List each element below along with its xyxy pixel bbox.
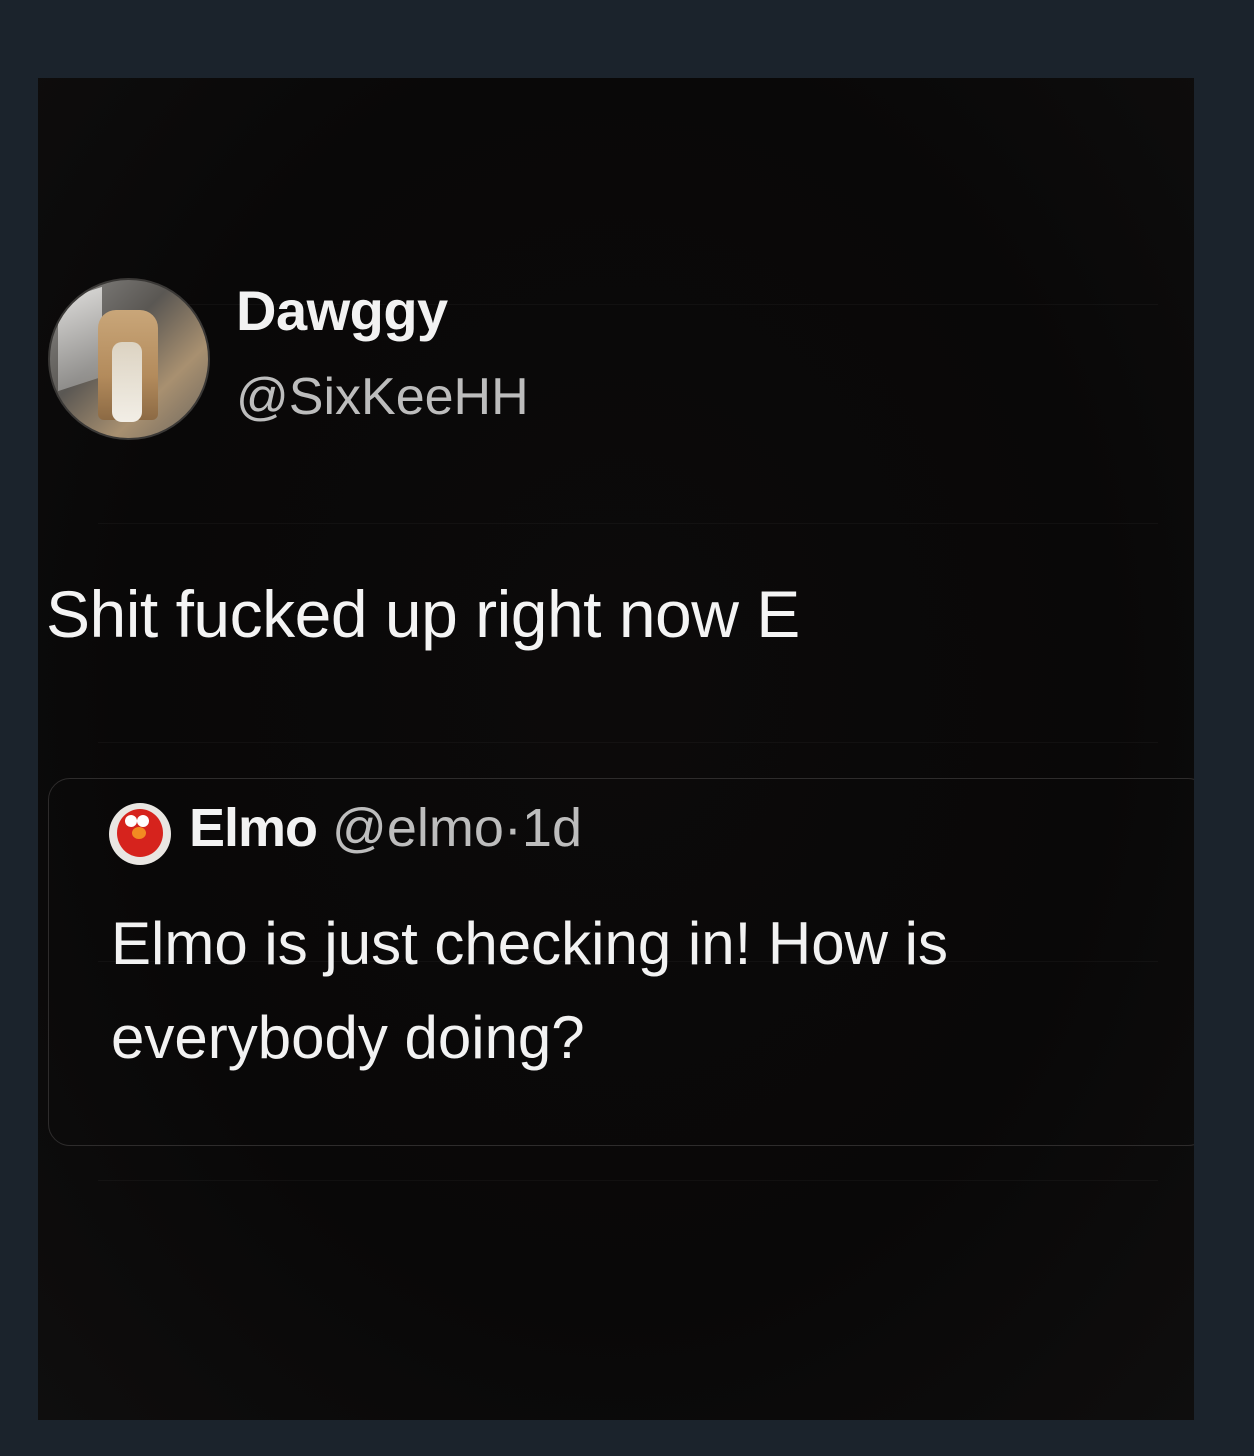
ghost-line [98,524,1158,579]
quoted-author-handle[interactable]: @elmo [332,798,504,858]
ghost-line [98,688,1158,744]
screenshot-frame: Dawggy @SixKeeHH Shit fucked up right no… [38,78,1194,1420]
ghost-line [98,469,1158,525]
ghost-line [98,141,1158,196]
quoted-tweet-card[interactable]: Elmo @elmo·1d Elmo is just checking in! … [48,778,1194,1146]
ghost-line [98,195,1158,250]
ghost-line [98,86,1158,141]
author-display-name[interactable]: Dawggy [236,278,448,343]
avatar-figure-shape [112,342,142,422]
avatar-window-shape [58,286,102,392]
header-separator: · [503,798,522,858]
elmo-eye-right [137,815,149,827]
quoted-author-name[interactable]: Elmo [189,798,318,858]
quoted-author-avatar[interactable] [109,803,171,865]
quoted-tweet-text: Elmo is just checking in! How is everybo… [111,910,948,1071]
ghost-line [98,1181,1158,1236]
elmo-nose [132,827,146,839]
quoted-tweet-header: Elmo @elmo·1d [189,797,582,859]
author-avatar[interactable] [48,278,210,440]
tweet-text: Shit fucked up right now E [46,577,800,651]
elmo-eye-left [125,815,137,827]
ghost-line [98,1236,1158,1291]
quoted-tweet-time[interactable]: 1d [522,798,582,858]
author-handle[interactable]: @SixKeeHH [236,367,529,427]
